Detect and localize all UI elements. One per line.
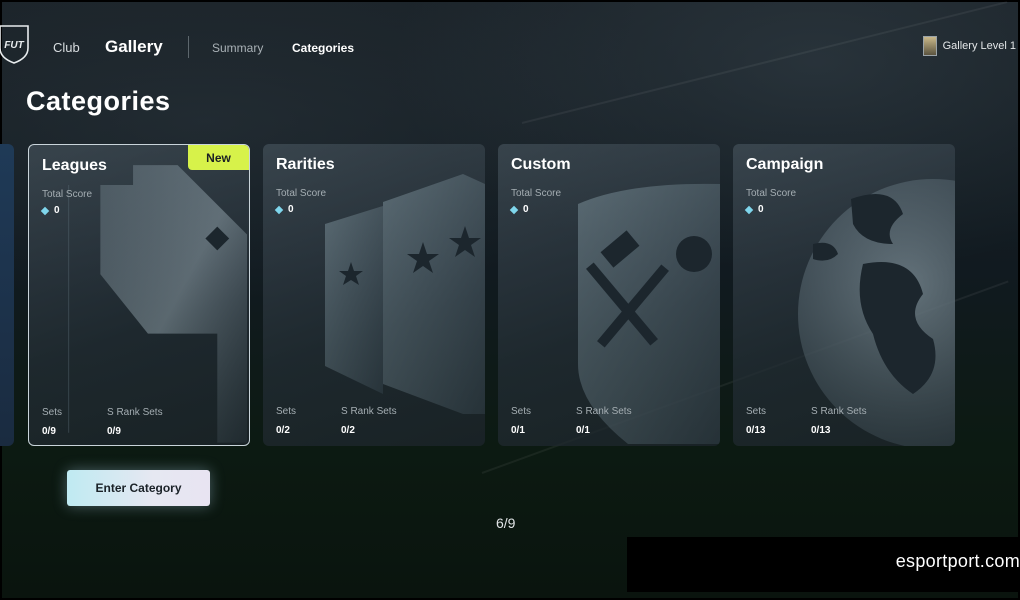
nav-gallery[interactable]: Gallery: [105, 37, 163, 57]
srank-label: S Rank Sets: [341, 406, 397, 417]
total-score-label: Total Score: [42, 189, 93, 200]
watermark-box: esportport.com: [627, 537, 1020, 592]
card-title: Leagues: [42, 157, 107, 174]
gem-icon: [744, 205, 754, 214]
gem-icon: [274, 205, 284, 214]
sets-label: Sets: [42, 407, 63, 418]
nav-divider: [188, 36, 189, 58]
total-score-value: 0: [288, 204, 294, 215]
category-card-campaign[interactable]: Campaign Total Score 0 Sets S Rank Sets …: [733, 144, 955, 446]
srank-value: 0/2: [341, 425, 355, 436]
pitch-line: [521, 1, 1008, 124]
fut-logo-icon[interactable]: FUT: [0, 24, 30, 64]
sets-value: 0/9: [42, 426, 56, 437]
srank-label: S Rank Sets: [107, 407, 163, 418]
card-title: Custom: [511, 156, 571, 173]
total-score-value: 0: [758, 204, 764, 215]
gem-icon: [509, 205, 519, 214]
sets-value: 0/1: [511, 425, 525, 436]
card-title: Rarities: [276, 156, 335, 173]
gallery-level[interactable]: Gallery Level 1: [922, 36, 1016, 56]
category-card-custom[interactable]: Custom Total Score 0 Sets S Rank Sets 0/…: [498, 144, 720, 446]
total-score: 0: [744, 204, 764, 215]
total-score: 0: [40, 205, 60, 216]
srank-value: 0/1: [576, 425, 590, 436]
previous-card-peek[interactable]: [0, 144, 14, 446]
new-badge: New: [188, 145, 249, 170]
gallery-level-label: Gallery Level 1: [942, 40, 1016, 52]
category-card-leagues[interactable]: New Leagues Total Score 0 Sets S Rank Se…: [28, 144, 250, 446]
total-score-label: Total Score: [276, 188, 327, 199]
player-card-icon: [922, 36, 937, 56]
srank-label: S Rank Sets: [576, 406, 632, 417]
srank-value: 0/13: [811, 425, 831, 436]
page-title: Categories: [26, 86, 171, 116]
total-score-label: Total Score: [746, 188, 797, 199]
tab-summary[interactable]: Summary: [212, 41, 263, 55]
srank-value: 0/9: [107, 426, 121, 437]
gem-icon: [40, 206, 50, 215]
tab-categories[interactable]: Categories: [292, 41, 354, 55]
total-score-value: 0: [523, 204, 529, 215]
card-title: Campaign: [746, 156, 824, 173]
sets-label: Sets: [511, 406, 532, 417]
total-score: 0: [509, 204, 529, 215]
total-score: 0: [274, 204, 294, 215]
watermark-text: esportport.com: [895, 551, 1020, 571]
sets-value: 0/2: [276, 425, 290, 436]
nav-club[interactable]: Club: [53, 40, 80, 55]
srank-label: S Rank Sets: [811, 406, 867, 417]
total-score-label: Total Score: [511, 188, 562, 199]
enter-category-button[interactable]: Enter Category: [67, 470, 210, 506]
sets-value: 0/13: [746, 425, 766, 436]
sets-label: Sets: [746, 406, 767, 417]
total-score-value: 0: [54, 205, 60, 216]
sets-label: Sets: [276, 406, 297, 417]
logo-text: FUT: [4, 40, 24, 51]
page-indicator: 6/9: [496, 515, 516, 531]
category-card-rarities[interactable]: Rarities Total Score 0 Sets S Rank Sets …: [263, 144, 485, 446]
